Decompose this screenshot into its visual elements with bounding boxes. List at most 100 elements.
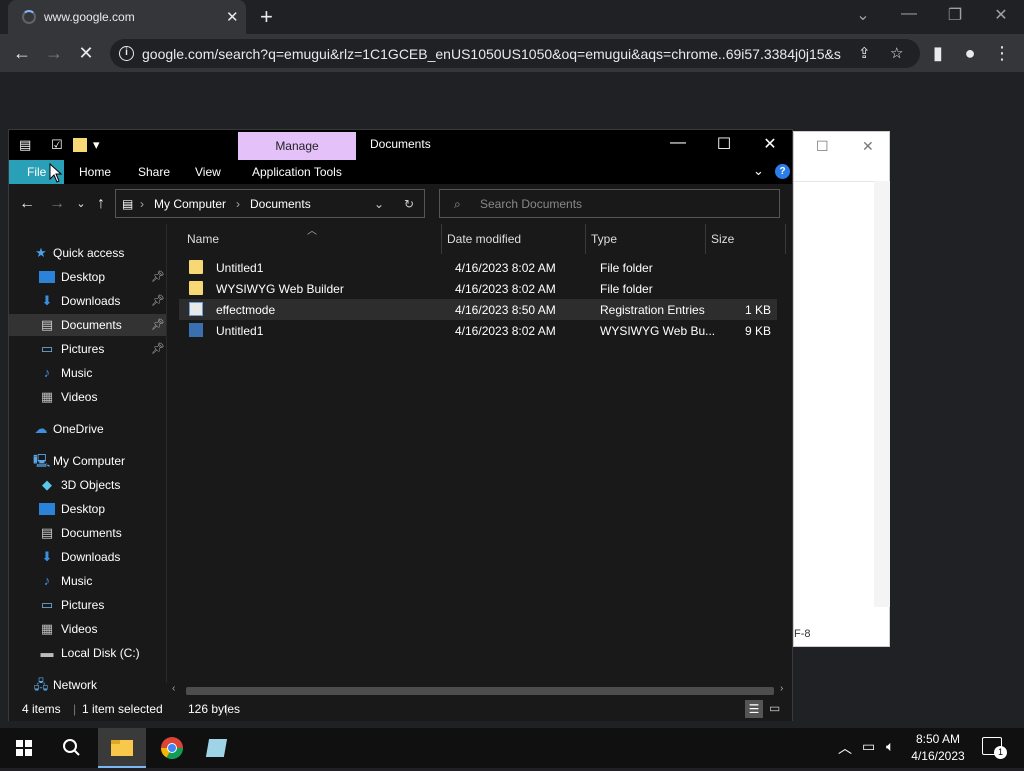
close-icon[interactable]: ✕ (862, 138, 874, 155)
ribbon-tab-share[interactable]: Share (138, 165, 170, 179)
nav-network[interactable]: 🖧︎ Network (9, 674, 166, 696)
pin-icon[interactable]: 📌︎ (151, 342, 165, 355)
nav-pictures[interactable]: ▭ Pictures 📌︎ (9, 338, 166, 360)
new-tab-button[interactable]: + (260, 4, 273, 30)
column-header-size[interactable]: Size (711, 232, 734, 246)
nav-downloads[interactable]: ⬇ Downloads 📌︎ (9, 290, 166, 312)
nav-onedrive[interactable]: ☁ OneDrive (9, 418, 166, 440)
nav-local-disk[interactable]: ▬ Local Disk (C:) (9, 642, 166, 664)
maximize-icon[interactable]: ☐ (816, 138, 829, 155)
nav-quick-access[interactable]: ★ Quick access (9, 242, 166, 264)
manage-tab[interactable]: Manage (238, 132, 356, 160)
maximize-icon[interactable]: ☐ (701, 134, 747, 154)
nav-pc-downloads[interactable]: ⬇ Downloads (9, 546, 166, 568)
address-bar[interactable]: i google.com/search?q=emugui&rlz=1C1GCEB… (110, 39, 920, 68)
pin-icon[interactable]: 📌︎ (151, 318, 165, 331)
network-status-icon[interactable]: ▭ (862, 738, 875, 755)
scrollbar-thumb[interactable] (186, 687, 774, 695)
back-arrow-icon[interactable]: ← (10, 41, 34, 65)
file-explorer-window: ▤ ☑ ▾ Manage Documents — ☐ ✕ File Home S… (8, 129, 793, 721)
computer-icon: 🖳︎ (33, 453, 51, 468)
table-row[interactable]: Untitled1 4/16/2023 8:02 AM WYSIWYG Web … (179, 320, 777, 341)
column-header-name[interactable]: Name (187, 232, 219, 246)
start-button[interactable] (0, 728, 48, 768)
taskbar-chrome[interactable] (148, 728, 196, 768)
up-arrow-icon[interactable]: ↑ (89, 192, 113, 216)
pin-icon[interactable]: 📌︎ (151, 270, 165, 283)
close-icon[interactable]: ✕ (986, 5, 1016, 25)
address-dropdown-chevron-icon[interactable]: ⌄ (374, 197, 384, 211)
nav-pc-desktop[interactable]: Desktop (9, 498, 166, 520)
volume-icon[interactable]: 🔈︎ (886, 738, 894, 755)
taskbar-file-explorer[interactable] (98, 728, 146, 768)
nav-pc-documents[interactable]: ▤ Documents (9, 522, 166, 544)
ribbon-tab-application-tools[interactable]: Application Tools (252, 165, 342, 179)
details-view-icon[interactable]: ☰ (745, 700, 763, 718)
new-folder-icon[interactable] (73, 138, 87, 152)
nav-music[interactable]: ♪ Music (9, 362, 166, 384)
breadcrumb-my-computer[interactable]: My Computer (154, 197, 226, 211)
info-icon[interactable]: i (119, 46, 134, 61)
scroll-left-icon[interactable]: ‹ (172, 683, 175, 694)
clock-date[interactable]: 4/16/2023 (898, 749, 978, 763)
nav-documents[interactable]: ▤ Documents 📌︎ (9, 314, 166, 336)
table-row[interactable]: effectmode 4/16/2023 8:50 AM Registratio… (179, 299, 777, 320)
help-icon[interactable]: ? (775, 164, 790, 179)
ribbon-tab-view[interactable]: View (195, 165, 221, 179)
forward-arrow-icon[interactable]: → (42, 41, 66, 65)
nav-pc-music[interactable]: ♪ Music (9, 570, 166, 592)
column-divider[interactable] (705, 224, 706, 254)
column-divider[interactable] (585, 224, 586, 254)
nav-3d-objects[interactable]: ◆ 3D Objects (9, 474, 166, 496)
close-icon[interactable]: ✕ (747, 134, 793, 154)
refresh-icon[interactable]: ↻ (404, 197, 414, 211)
tab-close-icon[interactable]: ✕ (226, 8, 239, 26)
checkmark-icon[interactable]: ☑ (51, 137, 63, 153)
nav-desktop[interactable]: Desktop 📌︎ (9, 266, 166, 288)
bookmark-star-icon[interactable]: ☆ (890, 44, 903, 62)
nav-pc-pictures[interactable]: ▭ Pictures (9, 594, 166, 616)
nav-videos[interactable]: ▦ Videos (9, 386, 166, 408)
nav-label: 3D Objects (61, 478, 121, 492)
stop-loading-icon[interactable]: ✕ (74, 41, 98, 65)
vertical-scrollbar[interactable] (874, 181, 890, 607)
properties-icon[interactable]: ▤ (19, 137, 31, 153)
browser-tab[interactable]: www.google.com ✕ (8, 0, 246, 34)
tab-search-icon[interactable]: ⌄ (848, 5, 878, 25)
ribbon-tab-home[interactable]: Home (79, 165, 111, 179)
large-icons-view-icon[interactable]: ▭ (769, 701, 780, 715)
table-row[interactable]: Untitled1 4/16/2023 8:02 AM File folder (179, 257, 777, 278)
minimize-icon[interactable]: — (655, 134, 701, 152)
customize-chevron-icon[interactable]: ▾ (93, 137, 100, 153)
search-button[interactable] (48, 728, 96, 768)
download-arrow-icon: ⬇ (41, 293, 53, 308)
breadcrumb-documents[interactable]: Documents (250, 197, 311, 211)
menu-dots-icon[interactable]: ⋮ (990, 41, 1014, 65)
background-window[interactable]: ☐ ✕ F-8 (793, 131, 890, 647)
nav-my-computer[interactable]: 🖳︎ My Computer (9, 450, 166, 472)
expand-ribbon-chevron-icon[interactable]: ⌄ (753, 163, 764, 179)
show-hidden-icons-icon[interactable]: ︿ (838, 738, 852, 758)
taskbar-web-builder[interactable] (196, 728, 244, 768)
url-text[interactable]: google.com/search?q=emugui&rlz=1C1GCEB_e… (142, 46, 842, 62)
explorer-address-bar[interactable]: ▤ › My Computer › Documents ⌄ ↻ (115, 189, 425, 218)
column-divider[interactable] (785, 224, 786, 254)
forward-arrow-icon[interactable]: → (45, 192, 69, 216)
back-arrow-icon[interactable]: ← (15, 192, 39, 216)
side-panel-icon[interactable]: ▮ (926, 41, 950, 65)
table-row[interactable]: WYSIWYG Web Builder 4/16/2023 8:02 AM Fi… (179, 278, 777, 299)
clock-time[interactable]: 8:50 AM (898, 732, 978, 746)
chrome-tab-bar: www.google.com ✕ + ⌄ — ❐ ✕ (0, 0, 1024, 34)
scroll-right-icon[interactable]: › (780, 683, 783, 694)
column-header-type[interactable]: Type (591, 232, 617, 246)
horizontal-scrollbar[interactable]: ‹ › (166, 683, 792, 697)
search-box[interactable]: ⌕ Search Documents (439, 189, 780, 218)
pin-icon[interactable]: 📌︎ (151, 294, 165, 307)
minimize-icon[interactable]: — (894, 5, 924, 23)
nav-pc-videos[interactable]: ▦ Videos (9, 618, 166, 640)
profile-icon[interactable]: ● (958, 41, 982, 65)
column-divider[interactable] (441, 224, 442, 254)
column-header-date-modified[interactable]: Date modified (447, 232, 521, 246)
restore-icon[interactable]: ❐ (940, 5, 970, 25)
share-icon[interactable]: ⇪ (858, 44, 871, 62)
